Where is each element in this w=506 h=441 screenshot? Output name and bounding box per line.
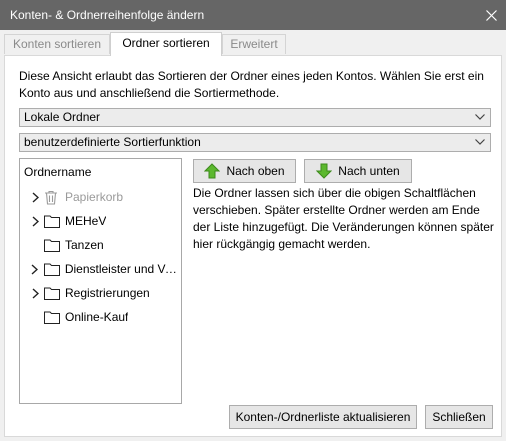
title-bar: Konten- & Ordnerreihenfolge ändern [0,0,506,30]
tab-sort-folders[interactable]: Ordner sortieren [110,32,222,56]
close-button-label: Schließen [432,410,486,424]
tree-item-registrierungen[interactable]: Registrierungen [20,282,180,304]
help-text: Die Ordner lassen sich über die obigen S… [193,186,494,251]
tree-item-online-kauf[interactable]: Online-Kauf [20,306,180,328]
tab-advanced[interactable]: Erweitert [222,34,286,54]
intro-text: Diese Ansicht erlaubt das Sortieren der … [19,69,484,100]
arrow-down-icon [316,163,333,179]
tree-item-label: Dienstleister und Ve... [64,262,180,276]
tree-item-dienstleister[interactable]: Dienstleister und Ve... [20,258,180,280]
tree-item-tanzen[interactable]: Tanzen [20,234,180,256]
refresh-list-label: Konten-/Ordnerliste aktualisieren [235,410,411,424]
tree-item-label: Online-Kauf [65,310,129,324]
move-down-label: Nach unten [338,164,400,178]
trash-icon [44,190,60,205]
move-up-button[interactable]: Nach oben [193,159,296,183]
folder-icon [43,262,60,276]
tab-label: Konten sortieren [12,37,102,51]
close-icon [485,9,497,21]
chevron-down-icon [475,139,485,145]
folder-tree[interactable]: Ordnername Papierkorb MEHeV Tanzen Diens… [19,158,182,404]
tree-item-papierkorb[interactable]: Papierkorb [20,186,180,208]
folder-icon [44,238,60,252]
sort-method-select[interactable]: benutzerdefinierte Sortierfunktion [19,133,491,152]
tree-item-label: MEHeV [65,214,107,228]
tree-item-mehev[interactable]: MEHeV [20,210,180,232]
tree-item-label: Registrierungen [65,286,150,300]
sort-method-value: benutzerdefinierte Sortierfunktion [24,135,201,149]
chevron-right-icon[interactable] [28,190,42,204]
tree-column-header: Ordnername [24,165,92,179]
dialog-window: Konten- & Ordnerreihenfolge ändern Konte… [0,0,506,441]
chevron-right-icon[interactable] [28,262,42,276]
tree-item-label: Tanzen [65,238,104,252]
account-select[interactable]: Lokale Ordner [19,108,491,127]
tree-item-label: Papierkorb [65,190,124,204]
chevron-right-icon[interactable] [28,286,42,300]
tab-label: Erweitert [230,37,278,51]
move-down-button[interactable]: Nach unten [304,159,412,183]
folder-icon [44,286,60,300]
folder-icon [44,214,60,228]
window-title: Konten- & Ordnerreihenfolge ändern [10,8,205,22]
close-button[interactable]: Schließen [425,405,493,429]
folder-icon [44,310,60,324]
tab-label: Ordner sortieren [122,36,210,50]
close-window-button[interactable] [476,0,506,30]
arrow-up-icon [204,163,221,179]
move-up-label: Nach oben [226,164,285,178]
chevron-right-icon[interactable] [28,214,42,228]
chevron-down-icon [475,114,485,120]
tab-sort-accounts[interactable]: Konten sortieren [4,34,110,54]
refresh-list-button[interactable]: Konten-/Ordnerliste aktualisieren [229,405,417,429]
account-select-value: Lokale Ordner [24,110,101,124]
